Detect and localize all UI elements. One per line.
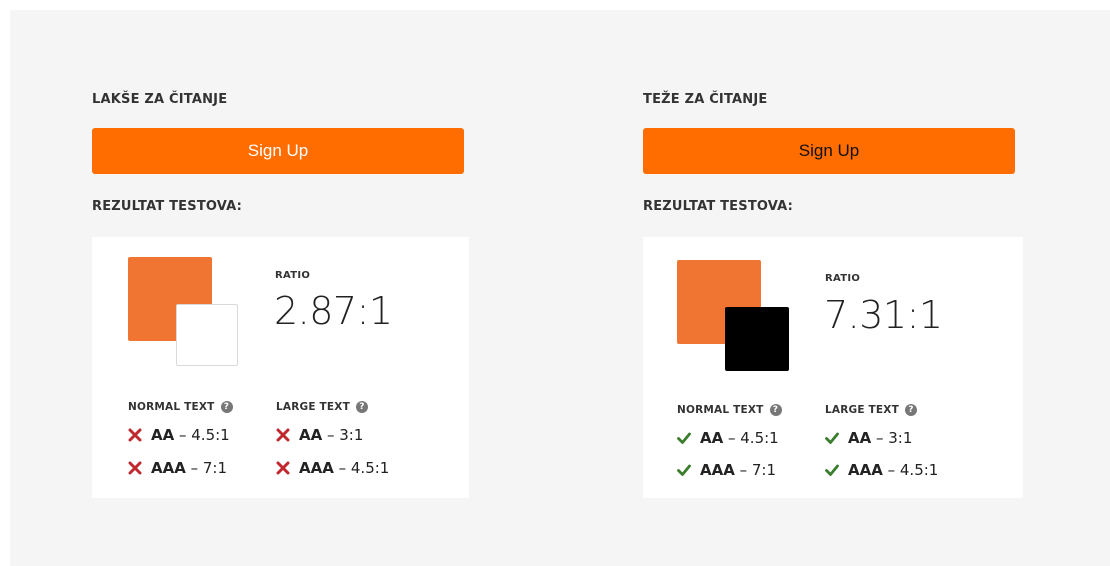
foreground-color-swatch [176,304,238,366]
help-icon[interactable]: ? [769,404,782,416]
test-result-row: AAA – 7:1 [128,459,227,477]
contrast-result-card: RATIO 2.87:1 NORMAL TEXT ? LARGE TEXT ? … [92,237,469,498]
test-result-row: AA – 4.5:1 [677,429,779,447]
test-level: AAA [848,461,883,479]
check-icon [677,432,691,444]
results-heading: REZULTAT TESTOVA: [643,199,794,214]
check-icon [825,464,839,476]
ratio-value: 2.87:1 [274,289,393,333]
test-target: – 4.5:1 [338,459,390,477]
normal-text-label: NORMAL TEXT ? [677,404,782,416]
large-text-label-text: LARGE TEXT [276,401,350,413]
test-target: – 3:1 [327,426,364,444]
test-result-row: AA – 3:1 [276,426,363,444]
test-level: AA [848,429,872,447]
foreground-color-swatch [725,307,789,371]
test-level: AAA [700,461,735,479]
test-level: AAA [151,459,186,477]
ratio-label: RATIO [275,270,311,281]
test-target: – 3:1 [876,429,913,447]
large-text-label: LARGE TEXT ? [276,401,368,413]
comparison-canvas: LAKŠE ZA ČITANJE Sign Up REZULTAT TESTOV… [10,10,1110,566]
ratio-value: 7.31:1 [824,293,943,337]
test-result-row: AA – 4.5:1 [128,426,230,444]
test-target: – 4.5:1 [179,426,230,444]
test-target: – 4.5:1 [728,429,779,447]
contrast-result-card: RATIO 7.31:1 NORMAL TEXT ? LARGE TEXT ? … [643,237,1023,498]
sign-up-button[interactable]: Sign Up [643,128,1015,174]
sign-up-button[interactable]: Sign Up [92,128,464,174]
cross-icon [276,461,290,475]
test-level: AA [700,429,724,447]
test-result-row: AA – 3:1 [825,429,912,447]
help-icon[interactable]: ? [220,401,233,413]
help-icon[interactable]: ? [355,401,368,413]
test-target: – 7:1 [190,459,228,477]
test-result-row: AAA – 4.5:1 [276,459,389,477]
test-level: AAA [299,459,334,477]
normal-text-label-text: NORMAL TEXT [128,401,215,413]
section-heading: TEŽE ZA ČITANJE [643,92,768,107]
test-result-row: AAA – 7:1 [677,461,776,479]
cross-icon [128,461,142,475]
ratio-label: RATIO [825,273,861,284]
help-icon[interactable]: ? [904,404,917,416]
test-target: – 7:1 [739,461,777,479]
large-text-label: LARGE TEXT ? [825,404,917,416]
section-heading: LAKŠE ZA ČITANJE [92,92,228,107]
large-text-label-text: LARGE TEXT [825,404,899,416]
cross-icon [128,428,142,442]
check-icon [825,432,839,444]
test-target: – 4.5:1 [887,461,939,479]
check-icon [677,464,691,476]
results-heading: REZULTAT TESTOVA: [92,199,243,214]
normal-text-label-text: NORMAL TEXT [677,404,764,416]
test-result-row: AAA – 4.5:1 [825,461,938,479]
test-level: AA [299,426,323,444]
test-level: AA [151,426,175,444]
normal-text-label: NORMAL TEXT ? [128,401,233,413]
cross-icon [276,428,290,442]
